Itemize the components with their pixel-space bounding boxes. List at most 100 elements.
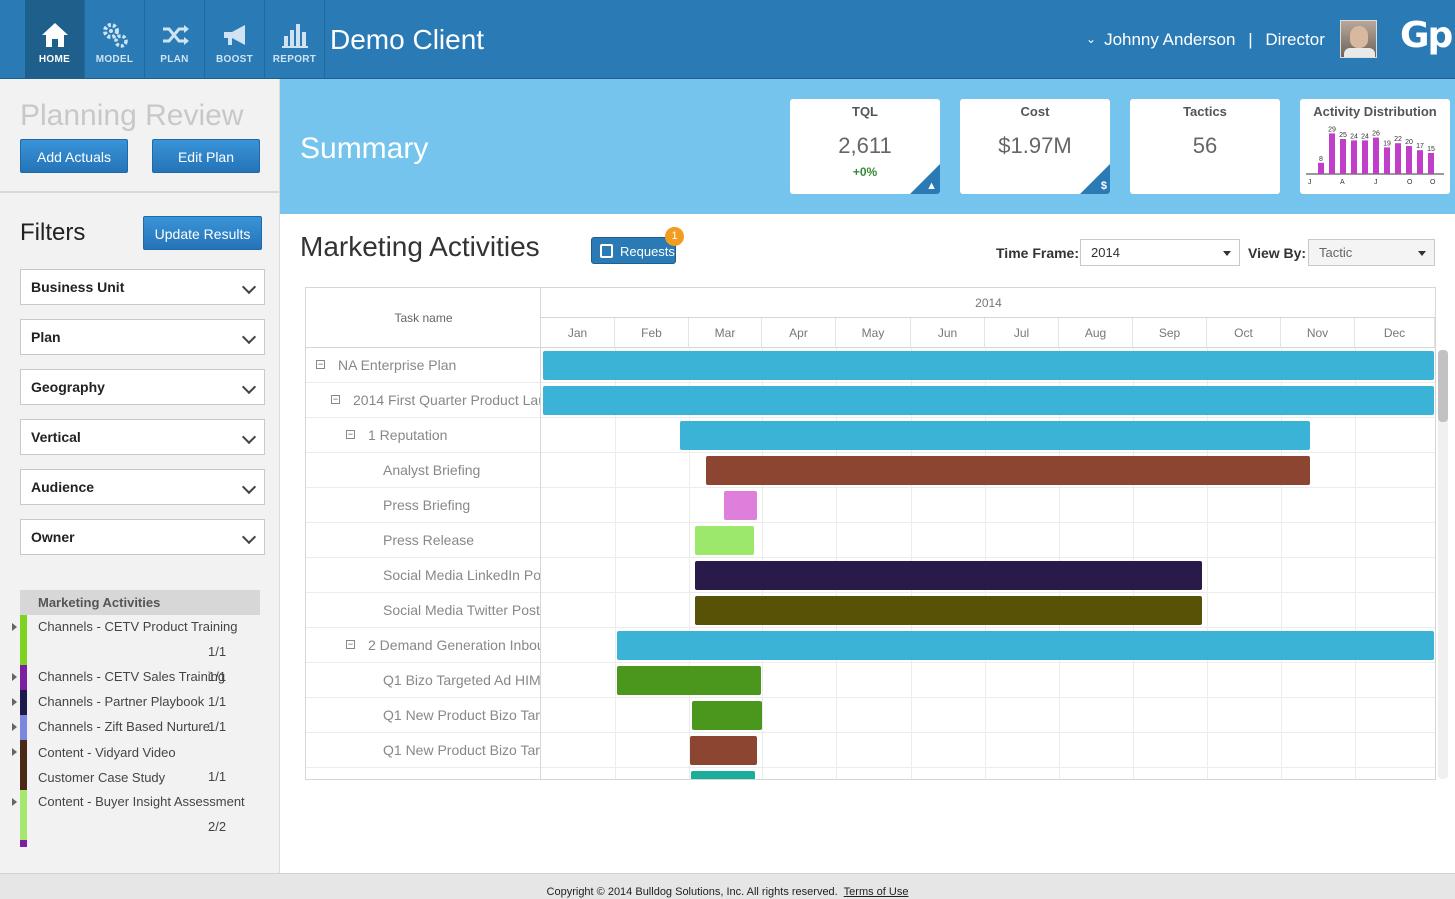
- filter-geography[interactable]: Geography: [20, 369, 265, 405]
- distribution-tick-label: J: [1374, 179, 1378, 186]
- gantt-task-row[interactable]: − 1 Reputation: [306, 418, 540, 453]
- collapse-toggle-icon[interactable]: −: [316, 360, 325, 369]
- gantt-bar[interactable]: [689, 736, 758, 765]
- filter-owner[interactable]: Owner: [20, 519, 265, 555]
- gantt-bar[interactable]: [617, 666, 761, 695]
- kpi-tql[interactable]: TQL 2,611 +0% ▲: [790, 99, 940, 194]
- list-item[interactable]: Channels - CETV Product Training 1/1: [12, 615, 260, 665]
- expand-arrow-icon[interactable]: [12, 798, 17, 806]
- list-item[interactable]: Channels - CETV Sales Training 1/1: [12, 665, 260, 690]
- kpi-label: Cost: [1020, 104, 1050, 119]
- task-name: Q1 New Product Bizo Targeted: [383, 707, 540, 723]
- view-by-label: View By:: [1248, 245, 1307, 261]
- nav-plan-label: PLAN: [160, 54, 189, 65]
- distribution-bar: [1395, 143, 1401, 174]
- gantt-task-row[interactable]: Press Release: [306, 523, 540, 558]
- collapse-toggle-icon[interactable]: −: [346, 640, 355, 649]
- time-frame-value: 2014: [1091, 245, 1120, 260]
- activity-distribution-chart: 82925 24 24 261922 2017 15J A J O O: [1306, 126, 1444, 186]
- activities-header: Marketing Activities: [20, 590, 260, 615]
- gantt-task-row[interactable]: Analyst Briefing: [306, 453, 540, 488]
- kpi-tactics[interactable]: Tactics 56: [1130, 99, 1280, 194]
- task-name: 1 Reputation: [368, 427, 448, 443]
- gantt-bar[interactable]: [694, 561, 1203, 590]
- list-item[interactable]: Content - Vidyard Video Customer Case St…: [12, 740, 260, 790]
- gantt-bar[interactable]: [694, 526, 754, 555]
- gantt-bar[interactable]: [691, 771, 756, 779]
- month-header: Apr: [762, 318, 836, 348]
- distribution-bar: [1417, 150, 1423, 174]
- avatar-shirt: [1344, 48, 1375, 57]
- gantt-task-row[interactable]: − NA Enterprise Plan: [306, 348, 540, 383]
- nav-model[interactable]: MODEL: [85, 0, 145, 79]
- update-results-button[interactable]: Update Results: [143, 216, 262, 250]
- list-item[interactable]: Channels - Zift Based Nurture 1/1: [12, 715, 260, 740]
- kpi-activity-distribution[interactable]: Activity Distribution 8 29 25 24 24 26 19 22 20 1…: [1300, 99, 1450, 194]
- add-actuals-button[interactable]: Add Actuals: [20, 139, 128, 173]
- copyright: Copyright © 2014 Bulldog Solutions, Inc.…: [546, 886, 838, 898]
- time-frame-select[interactable]: 2014: [1080, 239, 1240, 266]
- list-item[interactable]: Content - Buyer Insight Assessment 2/2: [12, 790, 260, 847]
- gantt-task-row[interactable]: − 2014 First Quarter Product Launch: [306, 383, 540, 418]
- distribution-bar: [1384, 147, 1390, 174]
- summary-title: Summary: [300, 132, 429, 165]
- view-by-select[interactable]: Tactic: [1308, 239, 1435, 266]
- task-name: 2 Demand Generation Inbound: [368, 637, 540, 653]
- nav-report[interactable]: REPORT: [265, 0, 325, 79]
- gears-icon: [102, 23, 128, 48]
- gantt-bar[interactable]: [543, 351, 1434, 380]
- grid-line: [541, 662, 1435, 663]
- task-name: Q1 New Product Bizo Targeted: [383, 742, 540, 758]
- avatar[interactable]: [1340, 20, 1377, 58]
- gantt-bar[interactable]: [617, 631, 1434, 660]
- expand-arrow-icon[interactable]: [12, 623, 17, 631]
- gantt-bar[interactable]: [705, 456, 1310, 485]
- filter-vertical[interactable]: Vertical: [20, 419, 265, 455]
- chevron-down-icon: [241, 329, 257, 345]
- expand-arrow-icon[interactable]: [12, 748, 17, 756]
- gantt-task-row[interactable]: Q1 Bizo Targeted Ad HIMSS: [306, 663, 540, 698]
- kpi-value: $1.97M: [998, 133, 1072, 158]
- filter-business-unit[interactable]: Business Unit: [20, 269, 265, 305]
- nav-plan[interactable]: PLAN: [145, 0, 205, 79]
- gantt-bar[interactable]: [692, 701, 763, 730]
- nav-boost-label: BOOST: [215, 54, 254, 65]
- distribution-bar: [1406, 146, 1412, 174]
- kpi-cost[interactable]: Cost $1.97M $: [960, 99, 1110, 194]
- terms-link[interactable]: Terms of Use: [844, 886, 909, 898]
- expand-arrow-icon[interactable]: [12, 673, 17, 681]
- color-bar: [20, 840, 27, 847]
- nav-home[interactable]: HOME: [25, 0, 85, 79]
- activity-count: 1/1: [208, 769, 227, 784]
- color-bar: [20, 715, 27, 740]
- collapse-toggle-icon[interactable]: −: [331, 395, 340, 404]
- gantt-task-row[interactable]: Social Media Twitter Post: [306, 593, 540, 628]
- gantt-bar[interactable]: [723, 491, 758, 520]
- gantt-task-row[interactable]: Social Media LinkedIn Post: [306, 558, 540, 593]
- gantt-task-row[interactable]: Q1 New Product Bizo Targeted: [306, 698, 540, 733]
- filter-audience[interactable]: Audience: [20, 469, 265, 505]
- gantt-bar[interactable]: [679, 421, 1310, 450]
- gantt-task-row[interactable]: Q1 New Product Bizo Targeted: [306, 733, 540, 768]
- expand-arrow-icon[interactable]: [12, 698, 17, 706]
- distribution-value-label: 29: [1328, 126, 1336, 133]
- list-item[interactable]: Channels - Partner Playbook 1/1: [12, 690, 260, 715]
- nav-boost[interactable]: BOOST: [205, 0, 265, 79]
- gantt-scroll-thumb[interactable]: [1438, 350, 1448, 422]
- expand-arrow-icon[interactable]: [12, 723, 17, 731]
- task-name: Press Release: [383, 532, 475, 548]
- color-bar: [20, 615, 27, 665]
- gantt-task-row[interactable]: Q1 New Product Content: [306, 768, 540, 779]
- divider: [0, 191, 279, 193]
- kpi-value: 56: [1192, 133, 1218, 158]
- gantt-task-row[interactable]: − 2 Demand Generation Inbound: [306, 628, 540, 663]
- gantt-bar[interactable]: [543, 386, 1434, 415]
- requests-button[interactable]: Requests: [591, 237, 676, 264]
- activity-label: Channels - Partner Playbook: [38, 694, 205, 709]
- gantt-task-row[interactable]: Press Briefing: [306, 488, 540, 523]
- edit-plan-button[interactable]: Edit Plan: [152, 139, 260, 173]
- user-menu[interactable]: ⌄ Johnny Anderson | Director: [1086, 30, 1325, 50]
- collapse-toggle-icon[interactable]: −: [346, 430, 355, 439]
- gantt-bar[interactable]: [694, 596, 1203, 625]
- filter-plan[interactable]: Plan: [20, 319, 265, 355]
